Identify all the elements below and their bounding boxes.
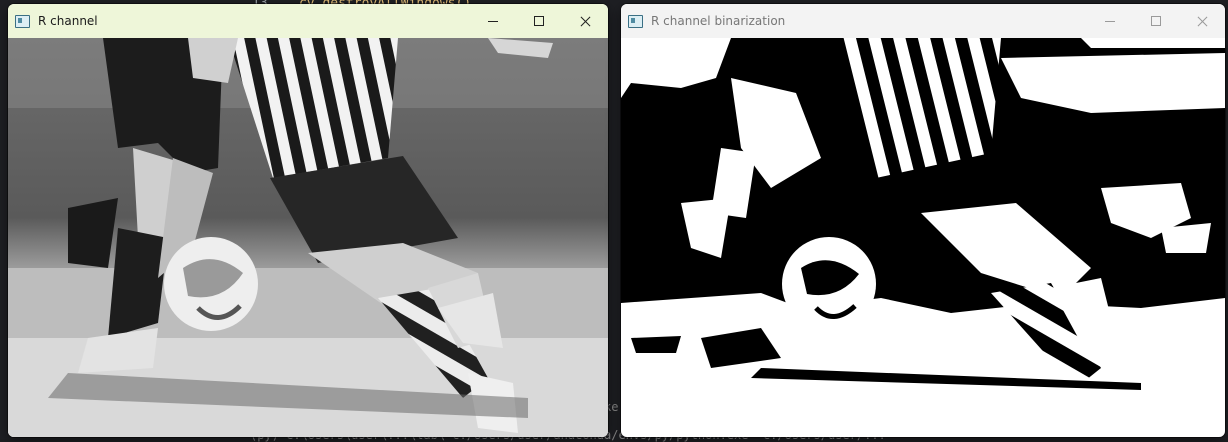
app-icon (628, 14, 643, 28)
image-view-binary (621, 38, 1225, 437)
binary-image (621, 38, 1225, 437)
window-titlebar[interactable]: R channel (8, 4, 608, 38)
app-icon (15, 14, 30, 28)
close-icon[interactable] (562, 4, 608, 38)
grayscale-image (8, 38, 608, 437)
window-title: R channel (38, 14, 98, 28)
image-view-grayscale (8, 38, 608, 437)
window-title: R channel binarization (651, 14, 786, 28)
window-titlebar[interactable]: R channel binarization (621, 4, 1225, 38)
maximize-icon[interactable] (516, 4, 562, 38)
minimize-icon[interactable] (1087, 4, 1133, 38)
window-r-channel[interactable]: R channel (8, 4, 608, 437)
window-r-channel-binarization[interactable]: R channel binarization (621, 4, 1225, 437)
maximize-icon[interactable] (1133, 4, 1179, 38)
close-icon[interactable] (1179, 4, 1225, 38)
minimize-icon[interactable] (470, 4, 516, 38)
